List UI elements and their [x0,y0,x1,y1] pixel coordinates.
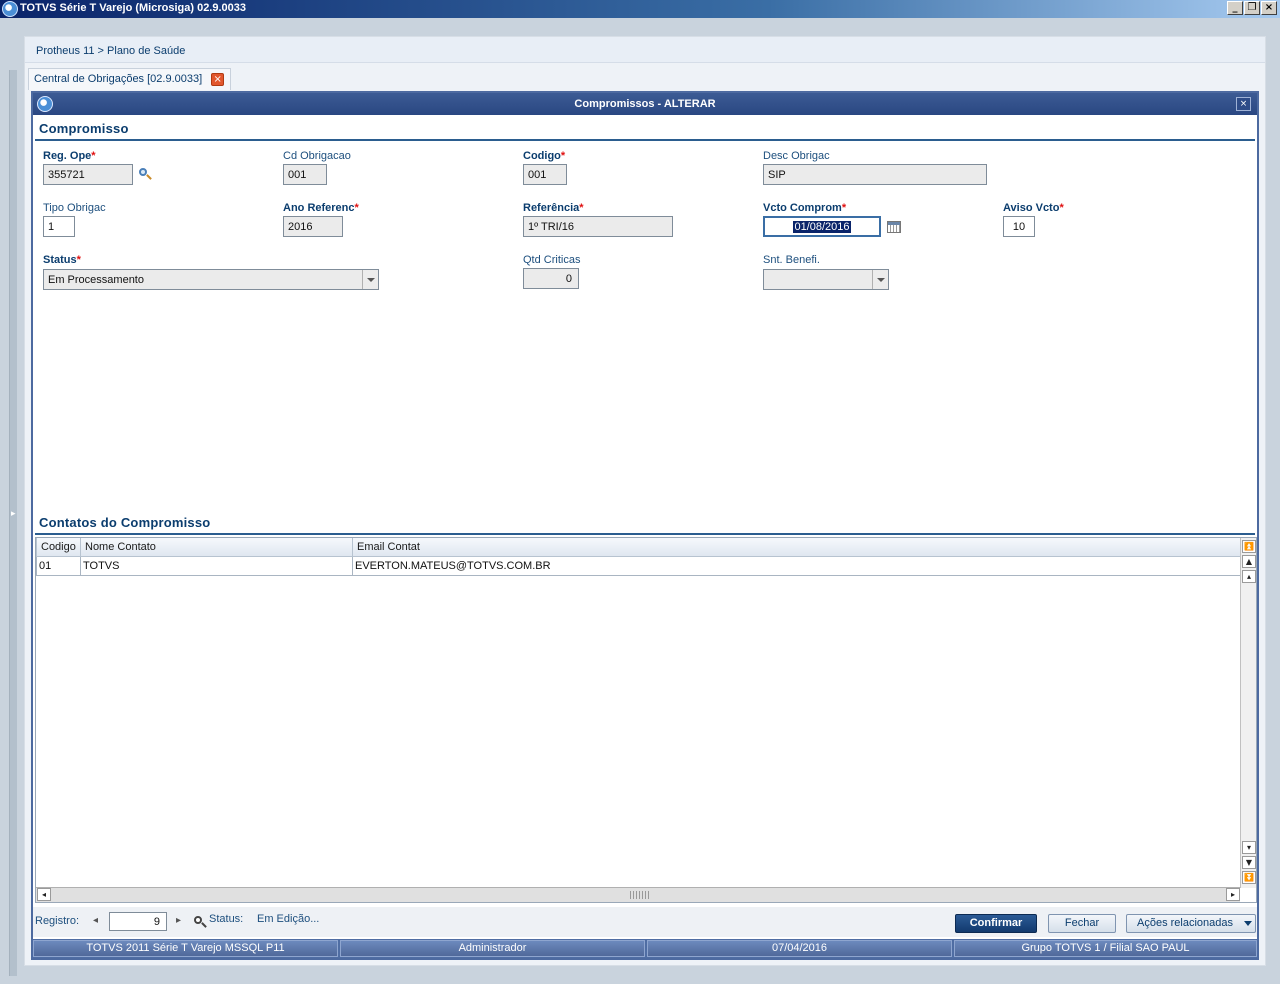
vcto-comprom-selected-text: 01/08/2016 [793,221,851,233]
section-title-contatos: Contatos do Compromisso [39,515,211,530]
compromissos-dialog: Compromissos - ALTERAR × Compromisso Reg… [31,91,1259,960]
confirm-button[interactable]: Confirmar [955,914,1037,933]
ano-referenc-input[interactable]: 2016 [283,216,343,237]
cell-codigo[interactable]: 01 [36,555,81,576]
status-product: TOTVS 2011 Série T Varejo MSSQL P11 [33,940,338,957]
dialog-footer: Registro: ◂ 9 ▸ Status: Em Edição... Con… [33,907,1257,937]
scroll-grip-icon[interactable] [630,891,650,899]
registro-input[interactable]: 9 [109,912,167,931]
dialog-title-bar: Compromissos - ALTERAR × [33,93,1257,115]
window-title-bar: TOTVS Série T Varejo (Microsiga) 02.9.00… [0,0,1280,18]
close-dialog-icon[interactable]: × [1236,97,1251,111]
cell-nome-contato[interactable]: TOTVS [80,555,353,576]
scroll-bottom-icon[interactable]: ⏬ [1242,871,1256,884]
contacts-table: Codigo Nome Contato Email Contat 01 TOTV… [36,538,1241,576]
minimize-icon[interactable]: _ [1227,1,1243,15]
scroll-page-up-icon[interactable]: ▲ [1242,555,1256,568]
scroll-page-down-icon[interactable]: ▼ [1242,856,1256,869]
section-title-compromisso: Compromisso [39,121,129,136]
close-window-icon[interactable]: × [1261,1,1277,15]
column-header-email-contat[interactable]: Email Contat [352,538,1241,557]
status-date: 07/04/2016 [647,940,952,957]
label-status: Status* [43,254,81,266]
label-reg-ope: Reg. Ope* [43,150,96,162]
label-ano-referenc: Ano Referenc* [283,202,359,214]
status-value: Em Edição... [257,913,320,925]
desc-obrigac-input[interactable]: SIP [763,164,987,185]
grid-header-row: Codigo Nome Contato Email Contat [36,538,1241,557]
next-record-icon[interactable]: ▸ [176,915,181,926]
calendar-icon[interactable] [887,221,901,233]
label-aviso-vcto: Aviso Vcto* [1003,202,1064,214]
expand-arrow-icon[interactable]: ▸ [11,508,16,519]
section-divider [35,533,1255,535]
breadcrumb[interactable]: Protheus 11 > Plano de Saúde [36,45,185,57]
referencia-input[interactable]: 1º TRI/16 [523,216,673,237]
scroll-right-icon[interactable]: ▸ [1226,888,1240,901]
scroll-up-icon[interactable]: ▴ [1242,570,1256,583]
chevron-down-icon[interactable] [872,270,888,289]
snt-benefi-select[interactable] [763,269,889,290]
prev-record-icon[interactable]: ◂ [93,915,98,926]
status-select-value: Em Processamento [48,274,144,286]
dialog-title: Compromissos - ALTERAR [574,98,716,110]
horizontal-scrollbar[interactable]: ◂ ▸ [36,887,1240,902]
breadcrumb-bar [25,37,1265,63]
close-tab-icon[interactable]: × [211,73,225,86]
scroll-left-icon[interactable]: ◂ [37,888,51,901]
window-title: TOTVS Série T Varejo (Microsiga) 02.9.00… [20,2,247,14]
label-snt-benefi: Snt. Benefi. [763,254,820,266]
label-codigo: Codigo* [523,150,566,162]
cd-obrigacao-input[interactable]: 001 [283,164,327,185]
label-desc-obrigac: Desc Obrigac [763,150,830,162]
label-vcto-comprom: Vcto Comprom* [763,202,847,214]
restore-icon[interactable]: ❐ [1244,1,1260,15]
left-rail-handle[interactable] [9,70,17,976]
status-user: Administrador [340,940,645,957]
section-divider [35,139,1255,141]
scroll-top-icon[interactable]: ⏫ [1242,540,1256,553]
tipo-obrigac-input[interactable]: 1 [43,216,75,237]
contacts-grid: Codigo Nome Contato Email Contat 01 TOTV… [35,537,1257,903]
codigo-input[interactable]: 001 [523,164,567,185]
qtd-criticas-input[interactable]: 0 [523,268,579,289]
cell-email-contat[interactable]: EVERTON.MATEUS@TOTVS.COM.BR [352,555,1241,576]
vertical-scrollbar[interactable]: ⏫ ▲ ▴ ▾ ▼ ⏬ [1240,538,1256,888]
label-qtd-criticas: Qtd Criticas [523,254,581,266]
column-header-nome-contato[interactable]: Nome Contato [80,538,353,557]
column-header-codigo[interactable]: Codigo [36,538,81,557]
vcto-comprom-input[interactable]: 01/08/2016 [763,216,881,237]
related-actions-button[interactable]: Ações relacionadas [1126,914,1256,933]
status-branch: Grupo TOTVS 1 / Filial SAO PAUL [954,940,1257,957]
status-bar: TOTVS 2011 Série T Varejo MSSQL P11 Admi… [33,939,1257,958]
search-record-icon[interactable] [193,915,207,929]
registro-label: Registro: [35,915,80,927]
label-tipo-obrigac: Tipo Obrigac [43,202,106,214]
tab-central-obrigacoes[interactable]: Central de Obrigações [02.9.0033] × [28,68,232,90]
tab-label: Central de Obrigações [02.9.0033] [34,73,203,85]
label-cd-obrigacao: Cd Obrigacao [283,150,351,162]
search-lookup-icon[interactable] [138,167,152,181]
totvs-logo-icon [2,1,18,17]
label-referencia: Referência* [523,202,584,214]
status-label: Status: [209,913,244,925]
table-row[interactable]: 01 TOTVS EVERTON.MATEUS@TOTVS.COM.BR [36,555,1241,576]
aviso-vcto-input[interactable]: 10 [1003,216,1035,237]
scroll-down-icon[interactable]: ▾ [1242,841,1256,854]
left-rail: ▸ [0,18,20,984]
chevron-down-icon [1244,921,1252,926]
status-select[interactable]: Em Processamento [43,269,379,290]
close-button[interactable]: Fechar [1048,914,1116,933]
related-actions-label: Ações relacionadas [1137,917,1234,929]
chevron-down-icon[interactable] [362,270,378,289]
reg-ope-input[interactable]: 355721 [43,164,133,185]
